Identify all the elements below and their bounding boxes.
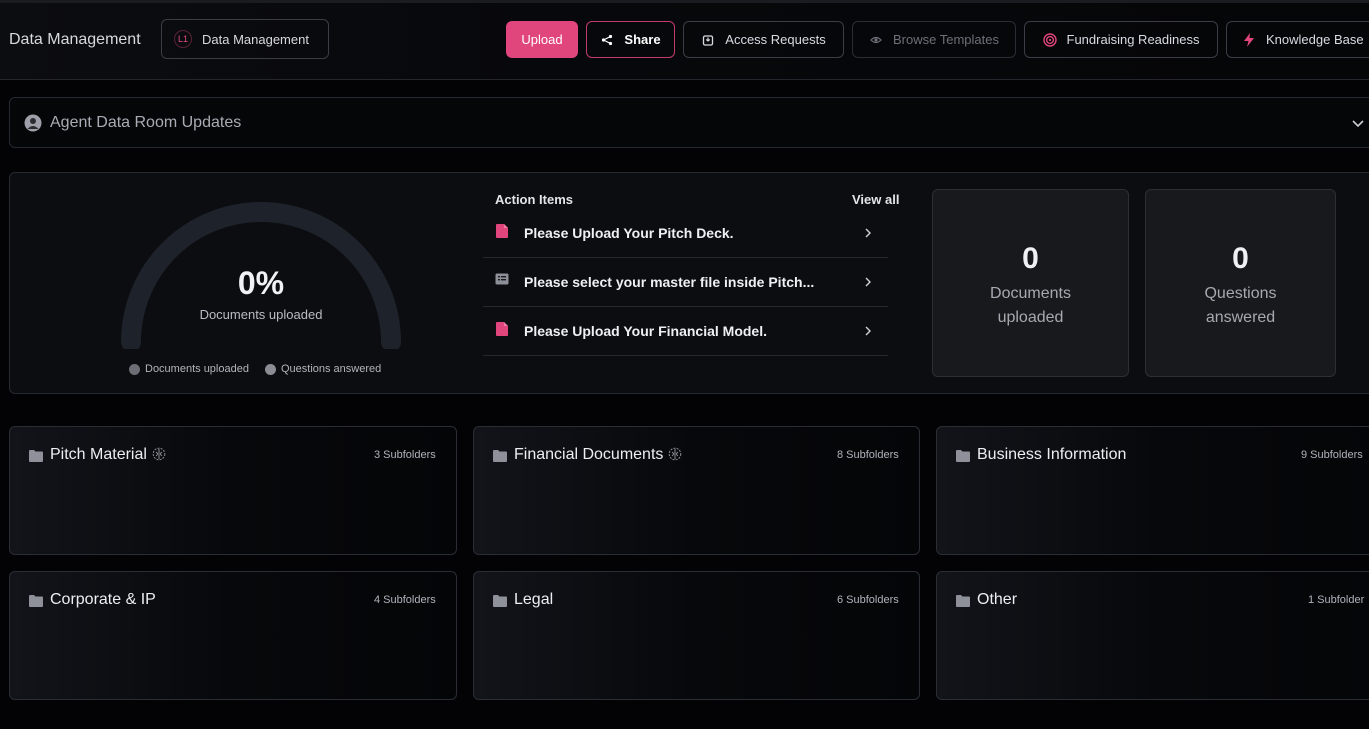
documents-uploaded-card: 0 Documents uploaded	[932, 189, 1129, 377]
subfolder-count: 4 Subfolders	[374, 594, 436, 606]
subfolder-count: 9 Subfolders	[1301, 449, 1363, 461]
chevron-right-icon	[862, 226, 874, 238]
browse-templates-label: Browse Templates	[893, 32, 999, 47]
questions-answered-card: 0 Questions answered	[1145, 189, 1336, 377]
upload-button[interactable]: Upload	[506, 21, 578, 58]
list-icon	[495, 272, 509, 288]
accordion-title: Agent Data Room Updates	[50, 114, 242, 131]
folder-card[interactable]: Financial Documents 8 Subfolders	[473, 426, 920, 555]
subfolder-count: 8 Subfolders	[837, 449, 899, 461]
access-icon	[701, 33, 715, 47]
action-item[interactable]: Please Upload Your Financial Model.	[483, 307, 888, 356]
agent-updates-accordion[interactable]: Agent Data Room Updates	[9, 97, 1369, 148]
share-button[interactable]: Share	[586, 21, 675, 58]
fundraising-readiness-button[interactable]: Fundraising Readiness	[1024, 21, 1218, 58]
breadcrumb-label: Data Management	[202, 31, 309, 47]
folder-name-text: Financial Documents	[514, 446, 664, 463]
lightning-icon	[1242, 32, 1256, 47]
folder-card[interactable]: Other 1 Subfolder	[936, 571, 1369, 700]
legend-item: Documents uploaded	[129, 363, 249, 375]
folder-icon	[29, 449, 43, 462]
view-all-link[interactable]: View all	[852, 192, 899, 207]
folder-icon	[493, 594, 507, 607]
action-item-text: Please Upload Your Financial Model.	[524, 323, 767, 339]
knowledge-base-label: Knowledge Base	[1266, 32, 1364, 47]
progress-percent: 0%	[237, 265, 285, 301]
stat-label-text: Questions answered	[1204, 285, 1277, 326]
folder-card[interactable]: Pitch Material 3 Subfolders	[9, 426, 457, 555]
folder-card[interactable]: Corporate & IP 4 Subfolders	[9, 571, 457, 700]
folder-name: Business Information	[977, 446, 1127, 463]
gauge-legend: Documents uploaded Questions answered	[129, 363, 381, 375]
legend-label: Questions answered	[280, 363, 382, 375]
folder-name-text: Pitch Material	[50, 446, 147, 463]
folder-icon	[956, 449, 970, 462]
action-items-title: Action Items	[495, 192, 574, 207]
upload-button-label: Upload	[521, 32, 563, 47]
fundraising-readiness-label: Fundraising Readiness	[1066, 32, 1200, 47]
folder-name: Corporate & IP	[50, 591, 156, 608]
breadcrumb[interactable]: L1 Data Management	[161, 19, 329, 59]
action-item-text: Please select your master file inside Pi…	[524, 274, 815, 290]
action-item[interactable]: Please Upload Your Pitch Deck.	[483, 209, 888, 258]
ai-brain-icon	[669, 447, 682, 461]
subfolder-count: 3 Subfolders	[374, 449, 436, 461]
chevron-right-icon	[862, 324, 874, 336]
progress-sublabel: Documents uploaded	[199, 307, 323, 322]
legend-label: Documents uploaded	[145, 363, 249, 375]
share-button-label: Share	[624, 32, 661, 47]
folder-name: Pitch Material	[50, 446, 166, 464]
action-item-text: Please Upload Your Pitch Deck.	[524, 225, 734, 241]
overview-panel: 0% Documents uploaded Documents uploaded…	[9, 172, 1369, 394]
subfolder-count: 6 Subfolders	[837, 594, 899, 606]
stat-label: Documents uploaded	[933, 282, 1128, 330]
chevron-down-icon[interactable]	[1350, 115, 1366, 131]
folder-name: Financial Documents	[514, 446, 682, 464]
agent-avatar-icon	[24, 114, 42, 132]
knowledge-base-button[interactable]: Knowledge Base	[1226, 21, 1369, 58]
eye-icon	[869, 33, 883, 47]
stat-label: Questions answered	[1146, 282, 1335, 330]
ai-brain-icon	[152, 447, 166, 461]
folder-icon	[956, 594, 970, 607]
access-requests-button[interactable]: Access Requests	[683, 21, 844, 58]
header: Data Management L1 Data Management Uploa…	[0, 3, 1369, 80]
folder-icon	[29, 594, 43, 607]
legend-item: Questions answered	[264, 363, 382, 375]
folder-card[interactable]: Business Information 9 Subfolders	[936, 426, 1369, 555]
subfolder-count: 1 Subfolder	[1308, 594, 1365, 606]
action-item[interactable]: Please select your master file inside Pi…	[483, 258, 888, 307]
level-badge: L1	[174, 30, 192, 48]
share-icon	[600, 33, 614, 47]
folder-icon	[493, 449, 507, 462]
access-requests-label: Access Requests	[725, 32, 826, 47]
document-icon	[495, 321, 509, 337]
action-items-list: Please Upload Your Pitch Deck. Please se…	[483, 209, 888, 356]
document-icon	[495, 223, 509, 239]
chevron-right-icon	[862, 275, 874, 287]
folder-name: Legal	[514, 591, 554, 608]
target-icon	[1042, 32, 1057, 47]
page-title: Data Management	[9, 31, 141, 48]
legend-dot	[129, 363, 140, 375]
legend-dot	[264, 363, 276, 375]
browse-templates-button[interactable]: Browse Templates	[852, 21, 1016, 58]
stat-value: 0	[1232, 242, 1249, 275]
stat-value: 0	[1022, 242, 1039, 275]
folder-card[interactable]: Legal 6 Subfolders	[473, 571, 920, 700]
folder-name: Other	[977, 591, 1018, 608]
stat-label-text: Documents uploaded	[990, 285, 1071, 326]
